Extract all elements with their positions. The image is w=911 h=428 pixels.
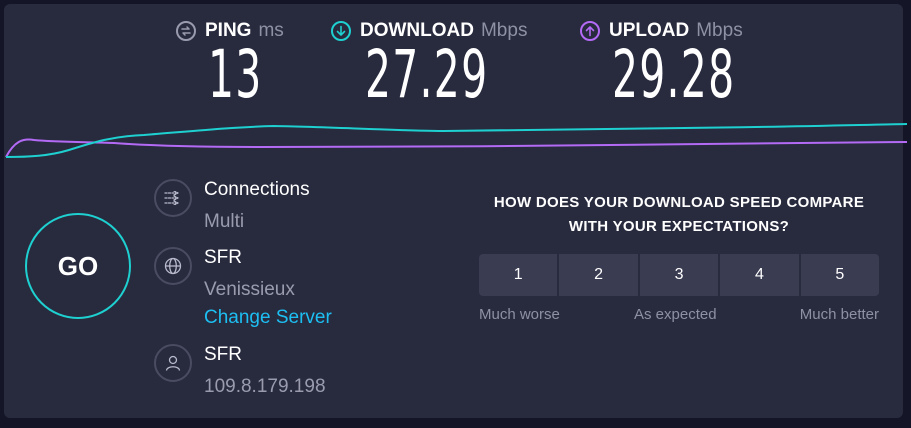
- scale-label-high: Much better: [799, 306, 879, 323]
- change-server-link[interactable]: Change Server: [204, 307, 332, 329]
- rating-button-5[interactable]: 5: [800, 254, 880, 296]
- upload-value: 29.28: [612, 36, 736, 113]
- connections-mode: Multi: [204, 211, 245, 232]
- ping-value: 13: [208, 36, 263, 113]
- connections-title: Connections: [204, 179, 310, 200]
- upload-speed-line: [5, 138, 907, 158]
- download-value: 27.29: [365, 36, 489, 113]
- survey-question: HOW DOES YOUR DOWNLOAD SPEED COMPARE WIT…: [470, 191, 888, 239]
- ping-icon: [176, 21, 196, 41]
- download-speed-line: [5, 123, 907, 158]
- rating-button-1[interactable]: 1: [479, 254, 558, 296]
- rating-button-2[interactable]: 2: [559, 254, 638, 296]
- rating-button-4[interactable]: 4: [720, 254, 799, 296]
- survey-question-line2: WITH YOUR EXPECTATIONS?: [568, 218, 790, 235]
- rating-button-3[interactable]: 3: [639, 254, 719, 296]
- go-button[interactable]: GO: [25, 213, 131, 319]
- server-location: Venissieux: [204, 279, 295, 300]
- globe-icon: [154, 247, 192, 285]
- upload-arrow-icon: [580, 21, 600, 41]
- scale-label-mid: As expected: [634, 306, 717, 323]
- survey-question-line1: HOW DOES YOUR DOWNLOAD SPEED COMPARE: [493, 194, 865, 211]
- download-arrow-icon: [331, 21, 351, 41]
- speed-graph: [5, 123, 907, 158]
- user-provider: SFR: [204, 344, 242, 365]
- rating-scale: 1 2 3 4 5: [479, 254, 880, 296]
- server-provider: SFR: [204, 247, 242, 268]
- user-ip-address: 109.8.179.198: [204, 376, 326, 397]
- user-icon: [154, 344, 192, 382]
- scale-label-low: Much worse: [479, 306, 560, 323]
- connections-icon: [154, 179, 192, 217]
